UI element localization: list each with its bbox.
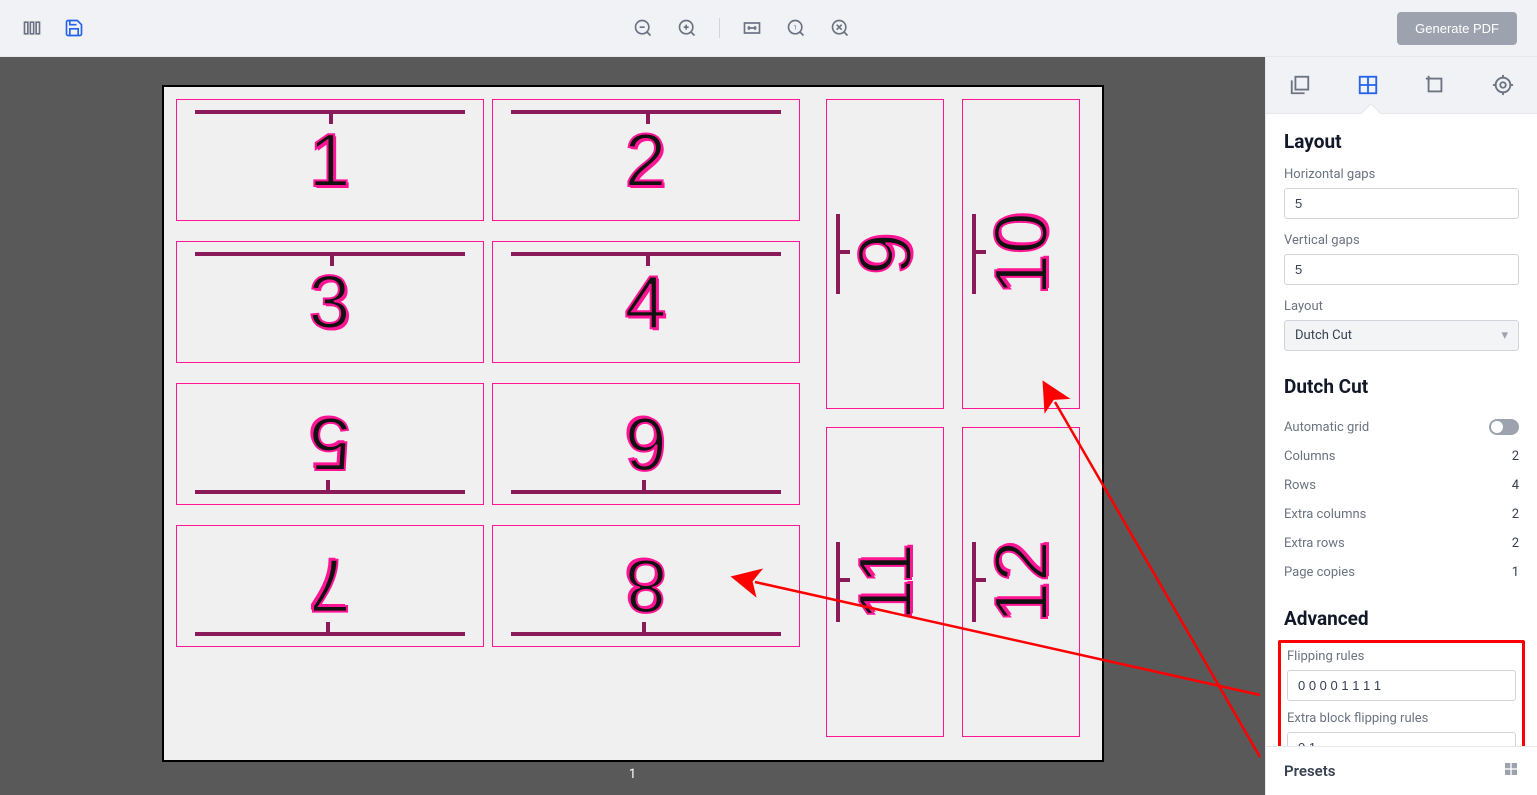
generate-pdf-button[interactable]: Generate PDF (1397, 12, 1517, 45)
hgaps-label: Horizontal gaps (1284, 167, 1519, 182)
zoom-in-icon[interactable] (675, 16, 699, 40)
zoom-fit-icon[interactable] (828, 16, 852, 40)
right-panel: Layout Horizontal gaps Vertical gaps Lay… (1265, 57, 1537, 795)
chevron-down-icon: ▾ (1501, 328, 1508, 343)
trim-mark (836, 542, 840, 622)
advanced-highlight: Flipping rules Extra block flipping rule… (1278, 640, 1525, 746)
columns-value: 2 (1512, 449, 1519, 464)
advanced-section-title: Advanced (1284, 607, 1519, 630)
copies-label: Page copies (1284, 565, 1355, 580)
columns-label: Columns (1284, 449, 1336, 464)
cell-number: 2 (625, 117, 667, 203)
auto-grid-label: Automatic grid (1284, 420, 1369, 435)
cell-number: 11 (842, 543, 928, 621)
vgaps-input[interactable] (1284, 254, 1519, 285)
cell-number: 10 (978, 212, 1064, 295)
tab-pages-icon[interactable] (1288, 73, 1312, 97)
cell-3: 3 (176, 241, 484, 363)
rows-value: 4 (1512, 478, 1519, 493)
cell-1: 1 (176, 99, 484, 221)
save-icon[interactable] (62, 16, 86, 40)
layout-select[interactable]: Dutch Cut ▾ (1284, 320, 1519, 351)
layout-select-value: Dutch Cut (1295, 328, 1352, 343)
layout-section-title: Layout (1284, 130, 1519, 153)
cell-number: 6 (625, 401, 667, 487)
hgaps-input[interactable] (1284, 188, 1519, 219)
extra-rows-value: 2 (1512, 536, 1519, 551)
columns-icon[interactable] (20, 16, 44, 40)
cell-number: 3 (309, 259, 351, 345)
svg-text:1: 1 (793, 24, 797, 32)
cell-6: 6 (492, 383, 800, 505)
cell-number: 8 (625, 543, 667, 629)
canvas-area[interactable]: 1 2 3 4 (0, 57, 1265, 795)
cell-2: 2 (492, 99, 800, 221)
cell-number: 12 (978, 540, 1064, 623)
cell-11: 11 (826, 427, 944, 737)
zoom-out-icon[interactable] (631, 16, 655, 40)
presets-row[interactable]: Presets (1266, 746, 1537, 795)
copies-value: 1 (1512, 565, 1519, 580)
tab-target-icon[interactable] (1491, 73, 1515, 97)
extra-rows-label: Extra rows (1284, 536, 1345, 551)
imposition-page: 1 2 3 4 (162, 85, 1104, 762)
cell-number: 1 (309, 117, 351, 203)
flip-rules-input[interactable] (1287, 670, 1516, 701)
cell-number: 4 (625, 259, 667, 345)
vgaps-label: Vertical gaps (1284, 233, 1519, 248)
extra-cols-value: 2 (1512, 507, 1519, 522)
cell-4: 4 (492, 241, 800, 363)
cell-8: 8 (492, 525, 800, 647)
layout-type-label: Layout (1284, 299, 1519, 314)
fit-width-icon[interactable] (740, 16, 764, 40)
cell-10: 10 (962, 99, 1080, 409)
extra-cols-label: Extra columns (1284, 507, 1366, 522)
zoom-actual-icon[interactable]: 1 (784, 16, 808, 40)
auto-grid-toggle[interactable] (1489, 419, 1519, 435)
tab-layout-icon[interactable] (1356, 73, 1380, 97)
cell-9: 9 (826, 99, 944, 409)
extra-flip-input[interactable] (1287, 732, 1516, 746)
presets-label: Presets (1284, 762, 1336, 780)
tab-marks-icon[interactable] (1423, 73, 1447, 97)
cell-number: 9 (842, 233, 928, 275)
extra-flip-label: Extra block flipping rules (1287, 711, 1516, 726)
panel-tabs (1266, 57, 1537, 114)
flip-rules-label: Flipping rules (1287, 649, 1516, 664)
cell-number: 7 (309, 543, 351, 629)
topbar: 1 Generate PDF (0, 0, 1537, 57)
cell-number: 5 (309, 401, 351, 487)
rows-label: Rows (1284, 478, 1316, 493)
dutch-section-title: Dutch Cut (1284, 375, 1519, 398)
trim-mark (972, 542, 976, 622)
cell-7: 7 (176, 525, 484, 647)
separator (719, 18, 720, 38)
page-number: 1 (629, 767, 636, 782)
presets-grid-icon[interactable] (1503, 761, 1519, 781)
cell-5: 5 (176, 383, 484, 505)
trim-mark (836, 214, 840, 294)
cell-12: 12 (962, 427, 1080, 737)
trim-mark (972, 214, 976, 294)
